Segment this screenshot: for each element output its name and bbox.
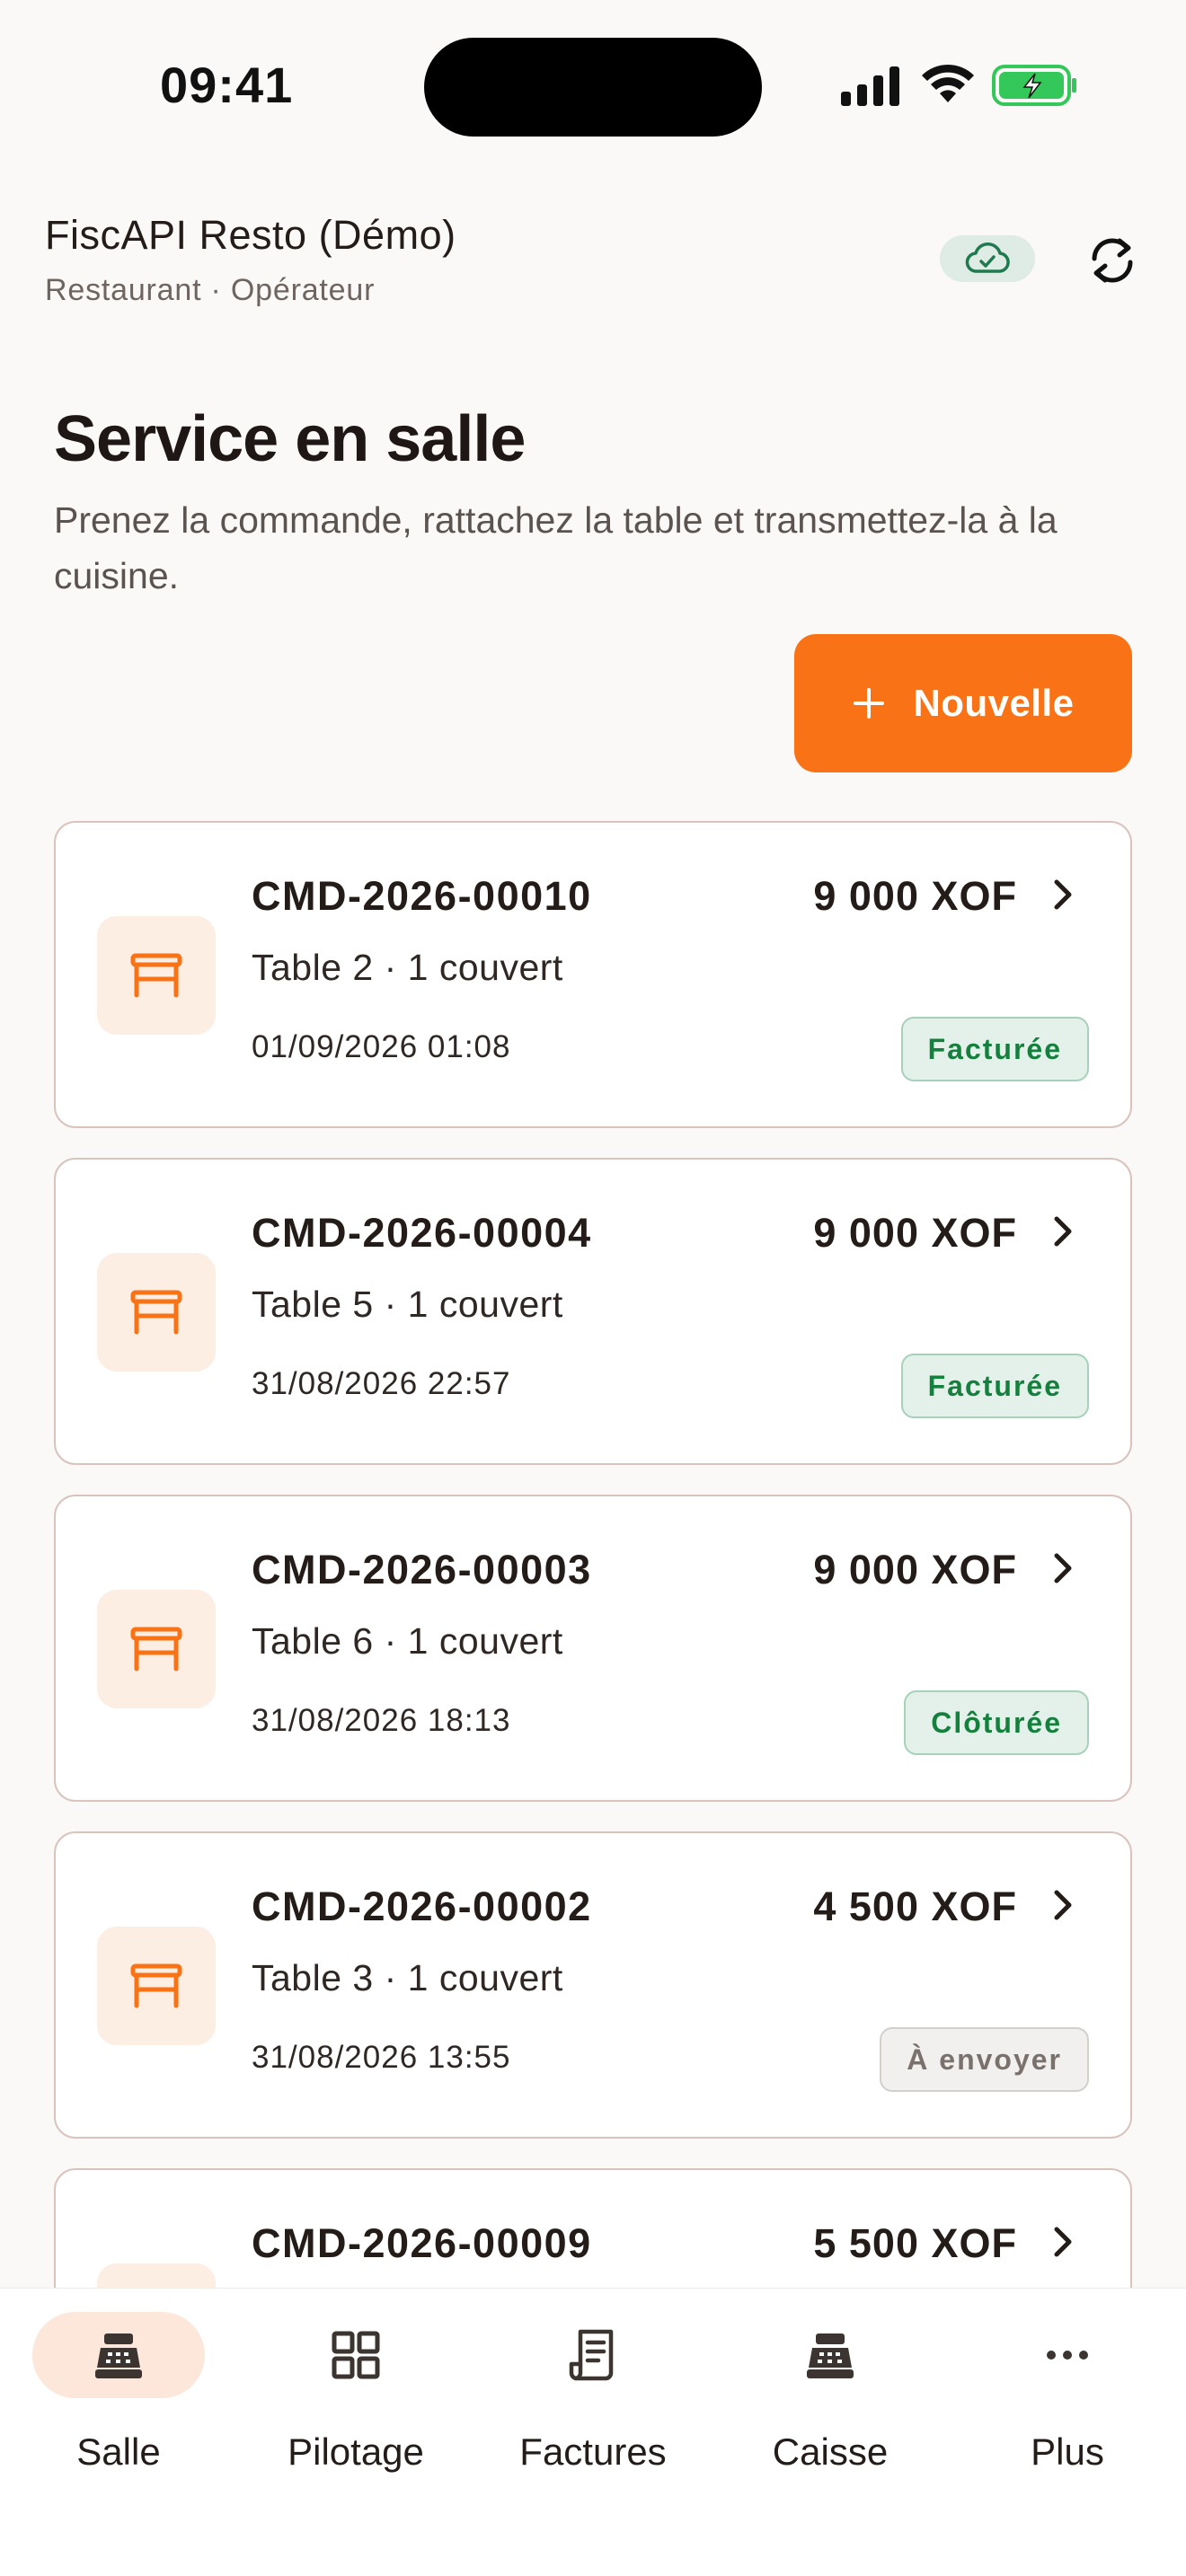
order-id: CMD-2026-00003 [252,1547,592,1592]
app-header: FiscAPI Resto (Démo) Restaurant · Opérat… [0,198,1186,323]
order-card[interactable]: CMD-2026-00003 9 000 XOF Table 6 · 1 cou… [54,1495,1132,1802]
page-title: Service en salle [54,403,526,475]
battery-icon [992,65,1076,106]
table-icon [130,953,182,998]
cash-register-icon [807,2333,854,2378]
order-table: Table 2 · 1 couvert [252,947,563,988]
order-card[interactable]: CMD-2026-00009 5 500 XOF [54,2168,1132,2289]
order-id: CMD-2026-00010 [252,873,592,919]
order-date: 31/08/2026 13:55 [252,2040,511,2075]
status-badge: À envoyer [880,2027,1089,2092]
refresh-button[interactable] [1078,226,1146,295]
order-date: 31/08/2026 22:57 [252,1366,511,1401]
order-amount: 9 000 XOF [813,1547,1017,1592]
signal-icon [841,66,899,106]
status-badge: Facturée [900,1017,1089,1081]
nav-label: Factures [519,2430,667,2473]
table-icon [130,1627,182,1672]
order-amount: 5 500 XOF [813,2220,1017,2266]
new-order-label: Nouvelle [913,682,1075,724]
new-order-button[interactable]: Nouvelle [794,634,1132,772]
nav-item-plus[interactable]: Plus [949,2312,1186,2519]
chevron-right-icon [1054,1216,1072,1247]
cash-register-icon [95,2333,142,2378]
order-id: CMD-2026-00009 [252,2220,592,2266]
status-badge: Clôturée [904,1690,1089,1755]
dynamic-island [424,38,762,137]
table-icon-box [97,2263,216,2289]
more-icon [1047,2351,1088,2360]
table-icon-box [97,1590,216,1708]
table-icon-box [97,916,216,1035]
org-subtitle: Restaurant · Opérateur [45,273,376,307]
nav-label: Pilotage [288,2430,424,2473]
sync-status-badge[interactable] [940,235,1035,282]
order-date: 01/09/2026 01:08 [252,1029,511,1064]
table-icon-box [97,1253,216,1372]
page-description: Prenez la commande, rattachez la table e… [54,499,1058,596]
order-amount: 4 500 XOF [813,1883,1017,1929]
order-list: CMD-2026-00010 9 000 XOF Table 2 · 1 cou… [54,821,1132,2289]
chevron-right-icon [1054,2227,1072,2257]
plus-icon [854,688,885,719]
status-time: 09:41 [160,57,294,113]
nav-item-factures[interactable]: Factures [474,2312,712,2519]
order-amount: 9 000 XOF [813,873,1017,919]
order-card[interactable]: CMD-2026-00002 4 500 XOF Table 3 · 1 cou… [54,1831,1132,2139]
chevron-right-icon [1054,1553,1072,1584]
nav-label: Salle [76,2430,161,2473]
org-name: FiscAPI Resto (Démo) [45,212,456,258]
nav-item-pilotage[interactable]: Pilotage [237,2312,474,2519]
table-icon-box [97,1927,216,2045]
order-amount: 9 000 XOF [813,1210,1017,1256]
nav-item-salle[interactable]: Salle [0,2312,237,2519]
nav-item-caisse[interactable]: Caisse [712,2312,949,2519]
status-badge: Facturée [900,1354,1089,1418]
cloud-check-icon [965,243,1010,273]
status-bar: 09:41 [0,0,1186,171]
chevron-right-icon [1054,1890,1072,1920]
receipt-icon [569,2329,614,2381]
app-screen: 09:41 FiscAPI Resto (Démo) Restaurant · … [0,0,1186,2576]
order-card[interactable]: CMD-2026-00010 9 000 XOF Table 2 · 1 cou… [54,821,1132,1128]
table-icon [130,1290,182,1335]
order-id: CMD-2026-00002 [252,1883,592,1929]
bottom-nav: Salle Pilotage Factures Caisse Plus [0,2289,1186,2576]
chevron-right-icon [1054,879,1072,910]
wifi-icon [922,64,974,102]
nav-label: Caisse [772,2430,889,2473]
order-card[interactable]: CMD-2026-00004 9 000 XOF Table 5 · 1 cou… [54,1158,1132,1465]
order-table: Table 5 · 1 couvert [252,1284,563,1325]
order-date: 31/08/2026 18:13 [252,1703,511,1738]
grid-icon [332,2331,380,2379]
table-icon [130,1963,182,2008]
order-table: Table 3 · 1 couvert [252,1957,563,1998]
nav-label: Plus [1031,2430,1104,2473]
order-table: Table 6 · 1 couvert [252,1620,563,1662]
order-id: CMD-2026-00004 [252,1210,592,1256]
refresh-icon [1092,238,1133,283]
